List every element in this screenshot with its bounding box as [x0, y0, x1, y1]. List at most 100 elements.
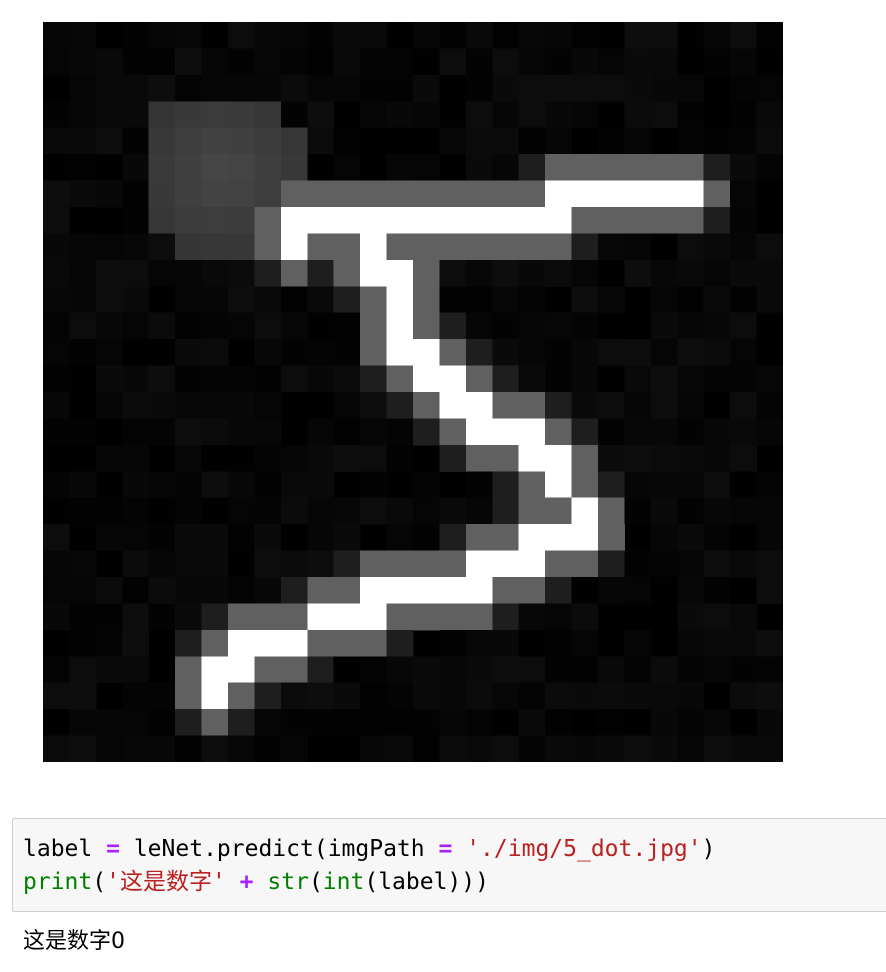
- image-pixel: [413, 180, 440, 208]
- image-pixel: [756, 550, 783, 578]
- image-pixel: [624, 207, 652, 234]
- image-pixel: [650, 656, 678, 684]
- image-pixel: [650, 207, 678, 234]
- image-pixel: [545, 180, 573, 208]
- image-pixel: [703, 524, 731, 552]
- image-pixel: [439, 339, 467, 367]
- image-pixel: [413, 154, 440, 182]
- image-pixel: [228, 180, 255, 208]
- image-pixel: [650, 48, 678, 76]
- image-pixel: [201, 682, 229, 710]
- image-pixel: [201, 101, 229, 129]
- image-pixel: [624, 127, 652, 155]
- image-pixel: [730, 735, 758, 762]
- image-pixel: [148, 180, 176, 208]
- image-pixel: [518, 312, 546, 340]
- image-pixel: [69, 656, 97, 684]
- code-cell[interactable]: label = leNet.predict(imgPath = './img/5…: [12, 818, 886, 912]
- image-pixel: [254, 180, 282, 208]
- image-pixel: [650, 497, 678, 525]
- image-pixel: [175, 259, 203, 287]
- image-pixel: [386, 444, 414, 472]
- image-pixel: [95, 127, 123, 155]
- image-pixel: [598, 233, 625, 261]
- image-pixel: [333, 207, 361, 234]
- image-pixel: [122, 101, 150, 129]
- image-pixel: [254, 286, 282, 314]
- image-pixel: [254, 682, 282, 710]
- image-pixel: [228, 418, 255, 446]
- image-pixel: [650, 392, 678, 419]
- image-pixel: [122, 418, 150, 446]
- image-pixel: [175, 497, 203, 525]
- image-pixel: [228, 497, 255, 525]
- image-pixel: [254, 577, 282, 604]
- image-pixel: [545, 127, 573, 155]
- image-pixel: [307, 312, 335, 340]
- image-pixel: [201, 709, 229, 737]
- code-token: (: [308, 869, 323, 895]
- image-pixel: [307, 550, 335, 578]
- image-pixel: [571, 233, 599, 261]
- image-pixel: [465, 735, 493, 762]
- image-pixel: [280, 286, 308, 314]
- image-pixel: [280, 550, 308, 578]
- image-pixel: [333, 656, 361, 684]
- image-pixel: [677, 154, 705, 182]
- image-pixel: [465, 207, 493, 234]
- image-pixel: [95, 312, 123, 340]
- image-pixel: [280, 74, 308, 102]
- image-pixel: [148, 418, 176, 446]
- image-pixel: [650, 312, 678, 340]
- image-pixel: [703, 392, 731, 419]
- code-token: label: [23, 836, 93, 862]
- image-pixel: [175, 682, 203, 710]
- image-pixel: [677, 48, 705, 76]
- image-pixel: [175, 577, 203, 604]
- image-pixel: [122, 497, 150, 525]
- image-pixel: [571, 497, 599, 525]
- image-pixel: [69, 127, 97, 155]
- image-pixel: [201, 312, 229, 340]
- image-pixel: [280, 259, 308, 287]
- image-pixel: [69, 524, 97, 552]
- image-pixel: [677, 233, 705, 261]
- image-pixel: [69, 365, 97, 393]
- image-pixel: [228, 233, 255, 261]
- image-pixel: [518, 682, 546, 710]
- image-pixel: [122, 656, 150, 684]
- code-token: leNet.predict(imgPath: [133, 836, 425, 862]
- image-pixel: [148, 682, 176, 710]
- image-pixel: [280, 682, 308, 710]
- image-pixel: [492, 629, 520, 657]
- image-pixel: [95, 339, 123, 367]
- image-pixel: [730, 286, 758, 314]
- image-pixel: [624, 365, 652, 393]
- image-pixel: [175, 603, 203, 631]
- image-pixel: [465, 127, 493, 155]
- image-pixel: [386, 709, 414, 737]
- image-pixel: [439, 312, 467, 340]
- image-pixel: [492, 127, 520, 155]
- image-pixel: [307, 259, 335, 287]
- image-pixel: [254, 207, 282, 234]
- code-editor[interactable]: label = leNet.predict(imgPath = './img/5…: [23, 833, 715, 899]
- image-pixel: [624, 418, 652, 446]
- image-pixel: [518, 74, 546, 102]
- image-pixel: [386, 101, 414, 129]
- image-pixel: [69, 339, 97, 367]
- image-pixel: [730, 709, 758, 737]
- image-pixel: [439, 550, 467, 578]
- image-pixel: [386, 392, 414, 419]
- image-pixel: [95, 577, 123, 604]
- image-pixel: [677, 259, 705, 287]
- image-pixel: [228, 207, 255, 234]
- image-pixel: [756, 471, 783, 499]
- image-pixel: [201, 629, 229, 657]
- image-pixel: [360, 418, 388, 446]
- image-pixel: [386, 656, 414, 684]
- image-pixel: [307, 365, 335, 393]
- image-pixel: [677, 629, 705, 657]
- image-pixel: [280, 365, 308, 393]
- image-pixel: [545, 656, 573, 684]
